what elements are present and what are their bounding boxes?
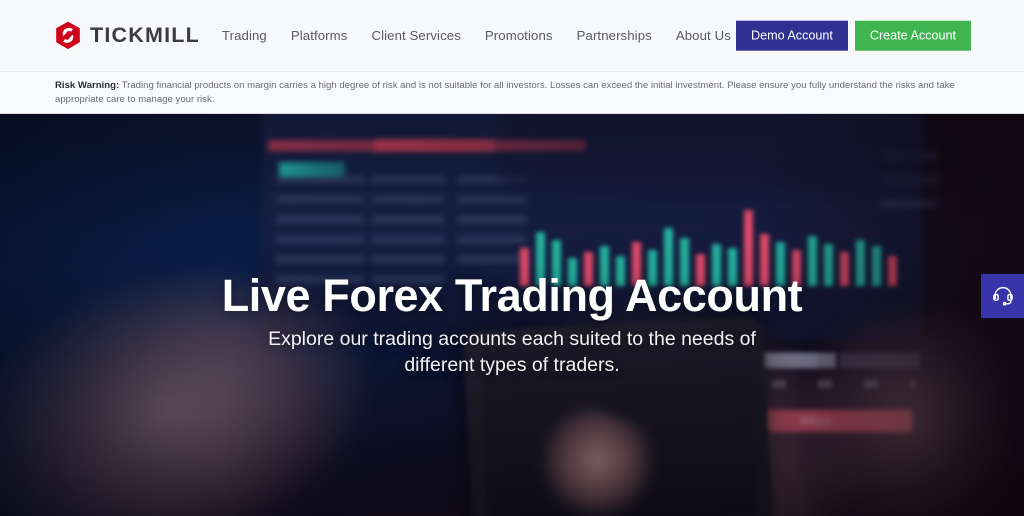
brand-logo-link[interactable]: TICKMILL bbox=[55, 21, 200, 50]
headset-icon bbox=[992, 286, 1013, 306]
hero-content: Live Forex Trading Account Explore our t… bbox=[0, 272, 1024, 378]
nav-item-promotions[interactable]: Promotions bbox=[485, 28, 553, 43]
create-account-button[interactable]: Create Account bbox=[854, 20, 971, 51]
site-header: TICKMILL Trading Platforms Client Servic… bbox=[0, 0, 1024, 72]
header-actions: Demo Account Create Account bbox=[735, 20, 971, 51]
demo-account-button[interactable]: Demo Account bbox=[735, 20, 848, 51]
nav-item-about-us[interactable]: About Us bbox=[676, 28, 731, 43]
nav-item-trading[interactable]: Trading bbox=[222, 28, 267, 43]
hero-section: BUY SELL Live Forex Trading Account Expl… bbox=[0, 114, 1024, 516]
nav-item-platforms[interactable]: Platforms bbox=[291, 28, 348, 43]
primary-navigation: Trading Platforms Client Services Promot… bbox=[222, 28, 731, 43]
nav-item-client-services[interactable]: Client Services bbox=[371, 28, 460, 43]
hero-title: Live Forex Trading Account bbox=[221, 270, 803, 321]
support-chat-button[interactable] bbox=[981, 274, 1024, 318]
risk-warning-label: Risk Warning: bbox=[55, 79, 120, 91]
hero-subtitle: Explore our trading accounts each suited… bbox=[268, 328, 756, 376]
page-root: TICKMILL Trading Platforms Client Servic… bbox=[0, 0, 1024, 516]
brand-name: TICKMILL bbox=[90, 23, 200, 47]
risk-warning-text: Risk Warning: Trading financial products… bbox=[55, 79, 966, 106]
tickmill-hexagon-logo-icon bbox=[56, 21, 80, 50]
nav-item-partnerships[interactable]: Partnerships bbox=[577, 28, 652, 43]
risk-warning-bar: Risk Warning: Trading financial products… bbox=[0, 72, 1024, 114]
risk-warning-body: Trading financial products on margin car… bbox=[55, 79, 955, 105]
